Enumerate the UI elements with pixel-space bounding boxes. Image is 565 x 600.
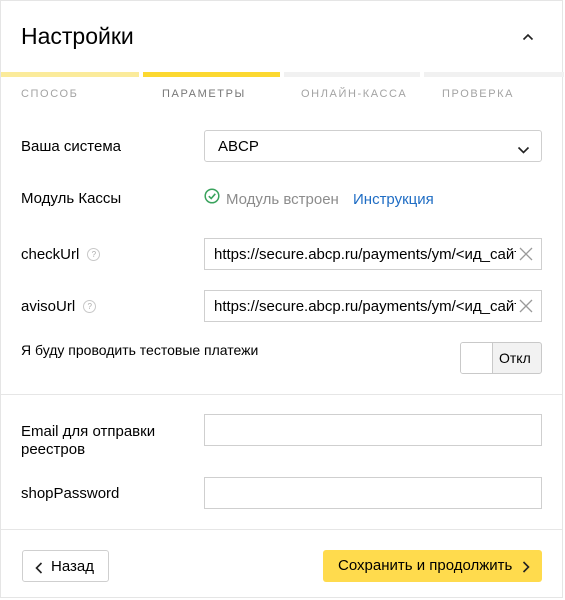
step-label-online-kassa: ОНЛАЙН-КАССА xyxy=(301,88,408,100)
help-icon[interactable]: ? xyxy=(87,247,101,261)
back-button[interactable]: Назад xyxy=(22,550,109,582)
checkurl-input[interactable]: https://secure.abcp.ru/payments/ym/<ид_с… xyxy=(204,238,542,270)
avisourl-input[interactable]: https://secure.abcp.ru/payments/ym/<ид_с… xyxy=(204,290,542,322)
help-icon[interactable]: ? xyxy=(83,299,97,313)
toggle-label: Откл xyxy=(499,350,531,366)
checkurl-label: checkUrl? xyxy=(21,246,101,263)
chevron-right-icon xyxy=(522,560,530,578)
chevron-left-icon xyxy=(35,561,43,579)
email-label: Email для отправки реестров xyxy=(21,423,156,458)
panel-header: Настройки xyxy=(1,1,562,73)
system-select[interactable]: ABCP xyxy=(204,130,542,162)
test-payments-label: Я буду проводить тестовые платежи xyxy=(21,342,259,358)
footer-divider xyxy=(1,529,562,530)
toggle-knob xyxy=(461,343,493,373)
module-status: Модуль встроен xyxy=(204,188,339,210)
step-label-method: СПОСОБ xyxy=(21,88,79,100)
step-progress xyxy=(1,72,564,78)
system-label: Ваша система xyxy=(21,138,121,155)
step-label-check: ПРОВЕРКА xyxy=(442,88,515,100)
check-circle-icon xyxy=(204,188,220,208)
shoppassword-label: shopPassword xyxy=(21,485,120,502)
system-select-value: ABCP xyxy=(218,138,259,155)
module-status-text: Модуль встроен xyxy=(226,190,339,208)
back-button-label: Назад xyxy=(51,558,94,575)
checkurl-input-value: https://secure.abcp.ru/payments/ym/<ид_с… xyxy=(214,246,516,263)
step-bar-done xyxy=(1,72,139,77)
test-payments-toggle[interactable]: Откл xyxy=(460,342,542,374)
clear-icon[interactable] xyxy=(519,247,533,266)
checkurl-label-text: checkUrl xyxy=(21,246,80,263)
section-divider xyxy=(1,394,562,395)
save-button-label: Сохранить и продолжить xyxy=(338,557,513,574)
settings-panel: Настройки СПОСОБ ПАРАМЕТРЫ ОНЛАЙН-КАССА … xyxy=(0,0,564,598)
step-label-parameters: ПАРАМЕТРЫ xyxy=(162,88,246,100)
email-input[interactable] xyxy=(204,414,542,446)
step-bar-pending xyxy=(424,72,564,77)
shoppassword-input[interactable] xyxy=(204,477,542,509)
module-label: Модуль Кассы xyxy=(21,190,122,207)
instruction-link[interactable]: Инструкция xyxy=(353,191,434,208)
avisourl-label-text: avisoUrl xyxy=(21,298,76,315)
chevron-up-icon[interactable] xyxy=(520,29,536,45)
avisourl-input-value: https://secure.abcp.ru/payments/ym/<ид_с… xyxy=(214,298,516,315)
step-bar-pending xyxy=(284,72,420,77)
step-bar-active xyxy=(143,72,280,77)
avisourl-label: avisoUrl? xyxy=(21,298,97,315)
page-title: Настройки xyxy=(21,23,134,49)
chevron-down-icon xyxy=(517,142,530,160)
clear-icon[interactable] xyxy=(519,299,533,318)
save-and-continue-button[interactable]: Сохранить и продолжить xyxy=(323,550,542,582)
